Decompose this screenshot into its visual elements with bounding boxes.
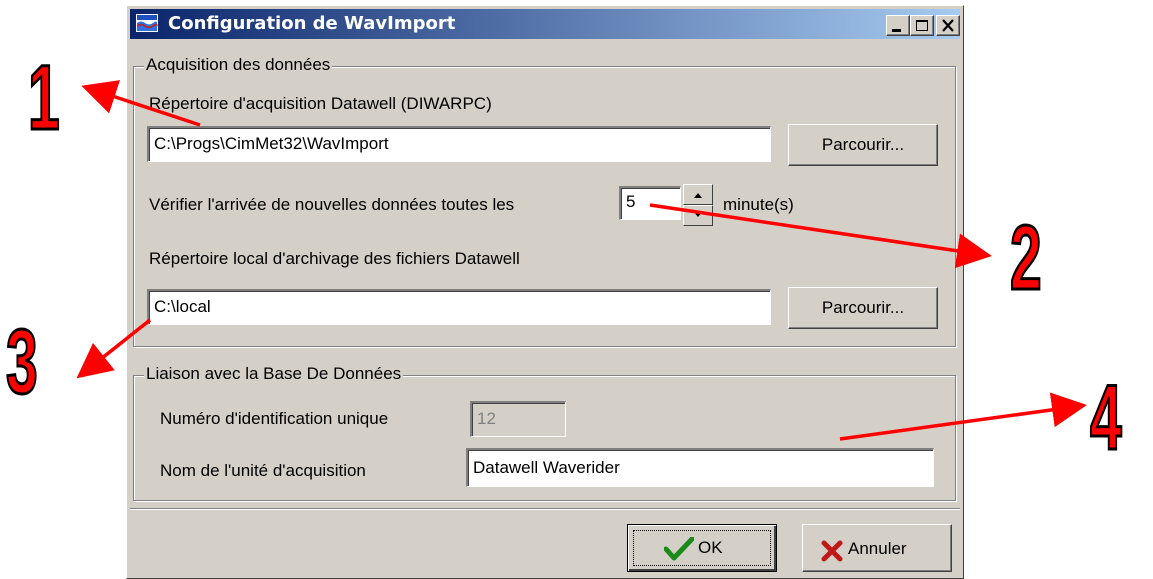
callout-arrow-1 [81, 80, 201, 127]
callout-number-4: 4 [1089, 367, 1123, 469]
callout-arrow-4 [839, 392, 1087, 441]
callout-arrow-2 [649, 203, 992, 269]
annotation-arrows [76, 80, 1087, 441]
callout-number-3: 3 [5, 311, 39, 413]
callout-number-1: 1 [27, 47, 61, 149]
callout-arrow-3 [76, 318, 152, 379]
callout-number-2: 2 [1009, 207, 1043, 309]
